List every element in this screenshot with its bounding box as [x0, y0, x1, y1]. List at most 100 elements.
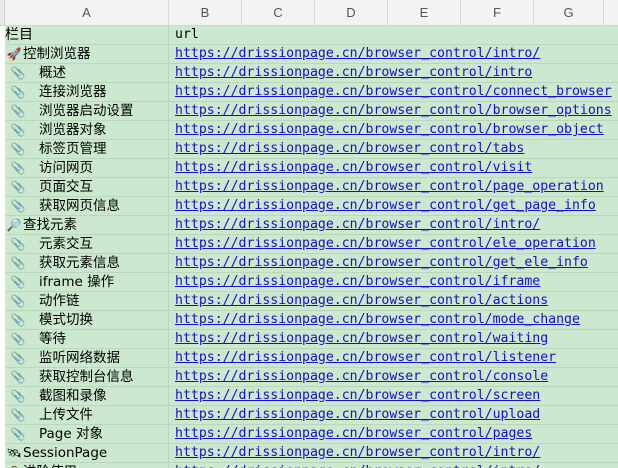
url-link[interactable]: https://drissionpage.cn/browser_control/…: [175, 330, 548, 348]
paperclip-icon: 📎: [10, 294, 26, 308]
section-label: 截图和录像: [39, 388, 107, 404]
column-header-e[interactable]: E: [388, 0, 461, 25]
url-link[interactable]: https://drissionpage.cn/browser_control/…: [175, 387, 540, 405]
section-name-cell[interactable]: 📎 页面交互: [5, 178, 169, 196]
url-link[interactable]: https://drissionpage.cn/browser_control/…: [175, 425, 532, 443]
paperclip-icon: 📎: [10, 123, 26, 137]
column-header-a[interactable]: A: [5, 0, 169, 25]
section-name-cell[interactable]: 📎 访问网页: [5, 159, 169, 177]
paperclip-icon: 📎: [10, 256, 26, 270]
table-row: 📎 动作链 https://drissionpage.cn/browser_cont…: [5, 292, 618, 311]
section-name-cell[interactable]: 📎 浏览器启动设置: [5, 102, 169, 120]
table-row: 📎 等待 https://drissionpage.cn/browser_contr…: [5, 330, 618, 349]
url-link[interactable]: https://drissionpage.cn/browser_control/…: [175, 64, 532, 82]
section-name-cell[interactable]: 🔎 查找元素: [5, 216, 169, 234]
section-name-cell[interactable]: 📎 上传文件: [5, 406, 169, 424]
table-row: 📎 访问网页 https://drissionpage.cn/browser_con…: [5, 159, 618, 178]
column-header-c[interactable]: C: [242, 0, 315, 25]
paperclip-icon: 📎: [10, 66, 26, 80]
url-link[interactable]: https://drissionpage.cn/browser_control/…: [175, 197, 596, 215]
url-link[interactable]: https://drissionpage.cn/browser_control/…: [175, 254, 588, 272]
paperclip-icon: 📎: [10, 275, 26, 289]
section-label: 等待: [39, 331, 66, 347]
section-label: 获取控制台信息: [39, 369, 134, 385]
table-row: 📎 监听网络数据 https://drissionpage.cn/browser_c…: [5, 349, 618, 368]
url-link[interactable]: https://drissionpage.cn/browser_control/…: [175, 178, 604, 196]
header-row: 栏目 url: [5, 26, 618, 45]
section-name-cell[interactable]: 📎 获取元素信息: [5, 254, 169, 272]
paperclip-icon: 📎: [10, 161, 26, 175]
url-link[interactable]: https://drissionpage.cn/browser_control/…: [175, 121, 604, 139]
section-name-cell[interactable]: 🧰进阶使用: [5, 463, 169, 468]
section-name-cell[interactable]: 📎 标签页管理: [5, 140, 169, 158]
header-cell-column[interactable]: 栏目: [5, 26, 169, 44]
section-name-cell[interactable]: 📎 获取网页信息: [5, 197, 169, 215]
section-label: 浏览器启动设置: [39, 103, 134, 119]
url-link[interactable]: https://drissionpage.cn/browser_control/…: [175, 45, 540, 63]
column-header-f[interactable]: F: [461, 0, 534, 25]
url-link[interactable]: https://drissionpage.cn/browser_control/…: [175, 311, 580, 329]
section-label: 访问网页: [39, 160, 93, 176]
section-name-cell[interactable]: 📎 元素交互: [5, 235, 169, 253]
section-name-cell[interactable]: 📎 动作链: [5, 292, 169, 310]
header-cell-url[interactable]: url: [175, 26, 199, 44]
url-link[interactable]: https://drissionpage.cn/browser_control/…: [175, 292, 548, 310]
rocket-icon: 🚀: [6, 47, 22, 61]
url-link[interactable]: https://drissionpage.cn/browser_control/…: [175, 444, 540, 462]
section-name-cell[interactable]: 📎 获取控制台信息: [5, 368, 169, 386]
section-name-cell[interactable]: 📎 概述: [5, 64, 169, 82]
url-link[interactable]: https://drissionpage.cn/browser_control/…: [175, 349, 556, 367]
section-name-cell[interactable]: 📎 等待: [5, 330, 169, 348]
section-label: 浏览器对象: [39, 122, 107, 138]
section-name-cell[interactable]: 📎 监听网络数据: [5, 349, 169, 367]
section-label: 进阶使用: [23, 464, 77, 468]
section-label: 元素交互: [39, 236, 93, 252]
table-row: 🧰进阶使用 https://drissionpage.cn/browser_con…: [5, 463, 618, 468]
section-name-cell[interactable]: 📎 模式切换: [5, 311, 169, 329]
url-link[interactable]: https://drissionpage.cn/browser_control/…: [175, 216, 540, 234]
table-row: 📎 连接浏览器 https://drissionpage.cn/browser_co…: [5, 83, 618, 102]
paperclip-icon: 📎: [10, 351, 26, 365]
url-link[interactable]: https://drissionpage.cn/browser_control/…: [175, 159, 532, 177]
section-label: 获取元素信息: [39, 255, 120, 271]
table-row: 📎 模式切换 https://drissionpage.cn/browser_con…: [5, 311, 618, 330]
column-header-g[interactable]: G: [534, 0, 604, 25]
section-label: 动作链: [39, 293, 80, 309]
section-name-cell[interactable]: 🚀 控制浏览器: [5, 45, 169, 63]
table-row: 📎 Page 对象 https://drissionpage.cn/browser_…: [5, 425, 618, 444]
cell-grid: 栏目 url 🚀 控制浏览器 https://drissionpage.cn/bro…: [5, 26, 618, 468]
section-name-cell[interactable]: 📎 Page 对象: [5, 425, 169, 443]
paperclip-icon: 📎: [10, 85, 26, 99]
section-label: 概述: [39, 65, 66, 81]
paperclip-icon: 📎: [10, 104, 26, 118]
table-row: 📎 获取网页信息 https://drissionpage.cn/browser_c…: [5, 197, 618, 216]
paperclip-icon: 📎: [10, 142, 26, 156]
column-header-d[interactable]: D: [315, 0, 388, 25]
section-name-cell[interactable]: 📎 连接浏览器: [5, 83, 169, 101]
section-name-cell[interactable]: 🛰SessionPage: [5, 444, 169, 462]
section-label: 查找元素: [23, 217, 77, 233]
section-name-cell[interactable]: 📎 iframe 操作: [5, 273, 169, 291]
paperclip-icon: 📎: [10, 180, 26, 194]
section-label: 页面交互: [39, 179, 93, 195]
column-header-b[interactable]: B: [169, 0, 242, 25]
url-link[interactable]: https://drissionpage.cn/browser_control/…: [175, 140, 524, 158]
section-name-cell[interactable]: 📎 截图和录像: [5, 387, 169, 405]
section-label: 监听网络数据: [39, 350, 120, 366]
url-link[interactable]: https://drissionpage.cn/browser_control/…: [175, 83, 612, 101]
url-link[interactable]: https://drissionpage.cn/browser_control/…: [175, 463, 540, 468]
table-row: 📎 iframe 操作 https://drissionpage.cn/browse…: [5, 273, 618, 292]
paperclip-icon: 📎: [10, 389, 26, 403]
paperclip-icon: 📎: [10, 237, 26, 251]
url-link[interactable]: https://drissionpage.cn/browser_control/…: [175, 406, 540, 424]
url-link[interactable]: https://drissionpage.cn/browser_control/…: [175, 102, 612, 120]
section-label: Page 对象: [39, 426, 103, 442]
table-row: 📎 概述 https://drissionpage.cn/browser_contr…: [5, 64, 618, 83]
column-header-bar: A B C D E F G: [0, 0, 618, 26]
url-link[interactable]: https://drissionpage.cn/browser_control/…: [175, 368, 548, 386]
table-row: 📎 获取元素信息 https://drissionpage.cn/browser_c…: [5, 254, 618, 273]
url-link[interactable]: https://drissionpage.cn/browser_control/…: [175, 235, 596, 253]
url-link[interactable]: https://drissionpage.cn/browser_control/…: [175, 273, 540, 291]
table-row: 📎 浏览器启动设置 https://drissionpage.cn/browser_…: [5, 102, 618, 121]
section-name-cell[interactable]: 📎 浏览器对象: [5, 121, 169, 139]
